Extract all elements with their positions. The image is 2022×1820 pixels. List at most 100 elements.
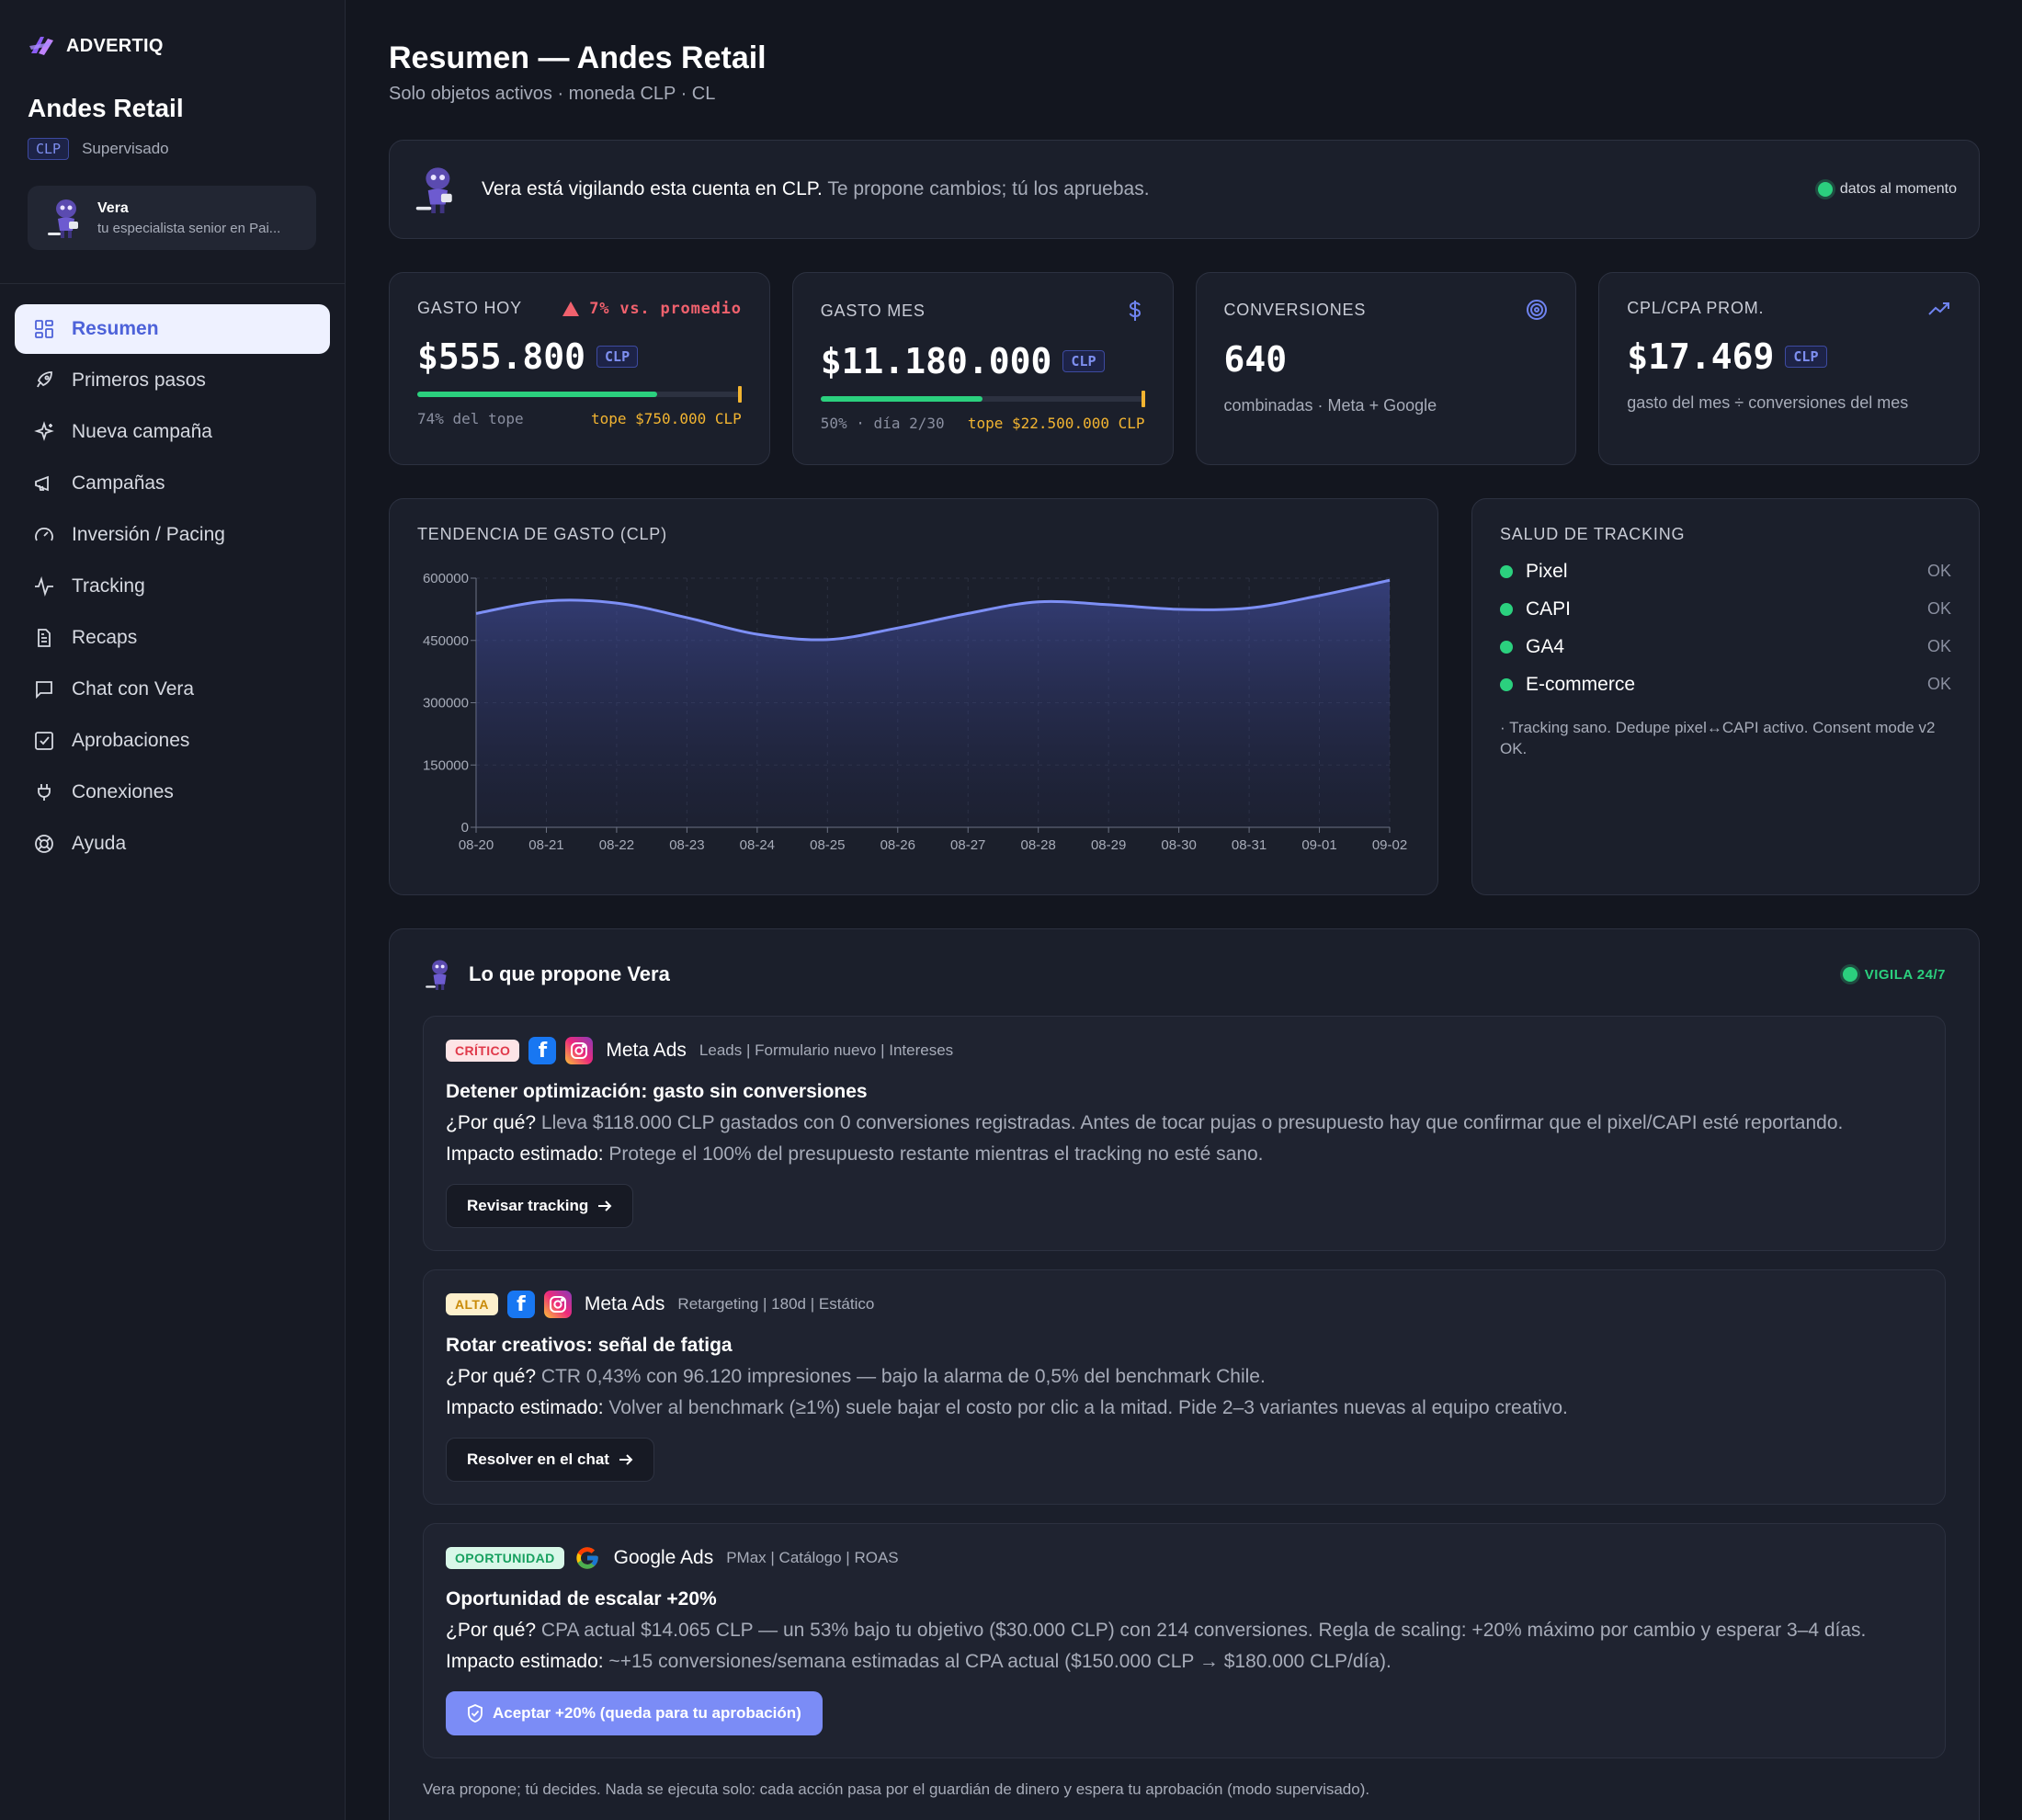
kpi-value: $17.469 (1627, 336, 1775, 377)
page-title: Resumen — Andes Retail (389, 40, 767, 75)
tracking-status: OK (1926, 675, 1951, 693)
kpi-value: 640 (1223, 339, 1288, 380)
sidebar-item-resumen[interactable]: Resumen (15, 304, 330, 354)
review-tracking-button[interactable]: Revisar tracking (446, 1184, 634, 1228)
budget-progress-bar (820, 391, 1145, 407)
kpi-gasto-hoy[interactable]: GASTO HOY 7% vs. promedio $555.800 CLP 74… (389, 272, 770, 465)
instagram-icon (543, 1291, 572, 1318)
sidebar-item-ayuda[interactable]: Ayuda (15, 819, 330, 869)
vera-name: Vera (97, 199, 129, 216)
spend-alert: 7% vs. promedio (562, 300, 742, 318)
x-tick-label: 08-23 (669, 837, 704, 853)
x-tick-label: 08-28 (1021, 837, 1056, 853)
button-label: Aceptar +20% (queda para tu aprobación) (493, 1704, 801, 1722)
vera-avatar-icon (415, 167, 452, 213)
kpi-label: GASTO MES (820, 301, 926, 320)
live-status-label: datos al momento (1839, 181, 1957, 197)
sidebar-item-primeros-pasos[interactable]: Primeros pasos (15, 356, 330, 405)
kpi-label: CPL/CPA PROM. (1627, 299, 1765, 317)
proposal-why: ¿Por qué? CTR 0,43% con 96.120 impresion… (446, 1366, 1923, 1388)
sidebar-item-recaps[interactable]: Recaps (15, 613, 330, 663)
button-label: Resolver en el chat (467, 1450, 609, 1468)
sidebar-item-nueva-campana[interactable]: Nueva campaña (15, 407, 330, 457)
sidebar-item-inversion-pacing[interactable]: Inversión / Pacing (15, 510, 330, 560)
y-tick-label: 0 (461, 820, 469, 836)
accept-scale-button[interactable]: Aceptar +20% (queda para tu aprobación) (446, 1691, 823, 1735)
currency-badge: CLP (596, 346, 639, 368)
campaign-path: Retargeting | 180d | Estático (677, 1295, 875, 1313)
y-tick-label: 450000 (423, 633, 469, 649)
sidebar-item-label: Recaps (72, 627, 138, 648)
budget-progress-bar (417, 386, 742, 403)
impact-text: ~+15 conversiones/semana estimadas al CP… (603, 1651, 1392, 1672)
sidebar-item-conexiones[interactable]: Conexiones (15, 768, 330, 817)
cap-label: tope $750.000 CLP (590, 410, 742, 427)
sidebar-item-label: Primeros pasos (72, 370, 206, 391)
impact-text: Volver al benchmark (≥1%) suele bajar el… (603, 1397, 1568, 1418)
kpi-gasto-mes[interactable]: GASTO MES $11.180.000 CLP 50% · día 2/30 t… (791, 272, 1174, 465)
vera-banner: Vera está vigilando esta cuenta en CLP. … (389, 140, 1980, 239)
brand-name: ADVERTIQ (66, 35, 164, 56)
vera-card[interactable]: Vera tu especialista senior en Pai... (28, 186, 316, 250)
kpi-conversiones[interactable]: CONVERSIONES 640 combinadas · Meta + Goo… (1195, 272, 1577, 465)
main-content: Resumen — Andes Retail Solo objetos acti… (346, 0, 2022, 1820)
status-ok-dot-icon (1500, 564, 1513, 578)
arrow-right-icon (619, 1454, 633, 1465)
tracking-row-ecommerce: E-commerce OK (1500, 674, 1951, 695)
rocket-icon (37, 371, 52, 388)
megaphone-icon (35, 475, 49, 492)
impact-text: Protege el 100% del presupuesto restante… (603, 1143, 1264, 1165)
why-label: ¿Por qué? (446, 1620, 537, 1641)
proposal-why: ¿Por qué? CPA actual $14.065 CLP — un 53… (446, 1620, 1923, 1642)
proposal-title: Rotar creativos: señal de fatiga (446, 1335, 733, 1356)
currency-badge: CLP (28, 138, 70, 160)
vera-avatar-icon (48, 199, 78, 238)
proposal-card: CRÍTICO f Meta Ads Leads | Formulario nu… (423, 1016, 1946, 1251)
live-status: datos al momento (1817, 181, 1957, 198)
shield-check-icon (468, 1704, 483, 1723)
x-tick-label: 08-20 (459, 837, 494, 853)
watch-badge-label: VIGILA 24/7 (1864, 966, 1946, 983)
lifebuoy-icon (35, 835, 53, 853)
campaign-path: PMax | Catálogo | ROAS (726, 1549, 899, 1566)
logo[interactable]: ADVERTIQ (28, 33, 317, 59)
button-label: Revisar tracking (467, 1197, 589, 1214)
sidebar-item-campanas[interactable]: Campañas (15, 459, 330, 508)
status-ok-dot-icon (1500, 640, 1513, 654)
kpi-value: $555.800 (417, 336, 586, 377)
google-icon (574, 1544, 601, 1572)
sidebar-item-tracking[interactable]: Tracking (15, 562, 330, 611)
budget-cap-marker (737, 386, 742, 403)
facebook-icon: f (506, 1291, 535, 1318)
why-text: Lleva $118.000 CLP gastados con 0 conver… (536, 1112, 1844, 1133)
x-tick-label: 09-01 (1301, 837, 1336, 853)
x-tick-label: 08-29 (1091, 837, 1126, 853)
why-text: CPA actual $14.065 CLP — un 53% bajo tu … (536, 1620, 1867, 1641)
warning-triangle-icon (562, 301, 580, 316)
sidebar-item-aprobaciones[interactable]: Aprobaciones (15, 716, 330, 766)
vera-banner-name: Vera (482, 178, 522, 199)
sidebar-item-chat-vera[interactable]: Chat con Vera (15, 665, 330, 714)
sidebar-item-label: Resumen (72, 318, 159, 339)
kpi-cpl-cpa[interactable]: CPL/CPA PROM. $17.469 CLP gasto del mes ÷… (1598, 272, 1980, 465)
x-tick-label: 08-27 (950, 837, 985, 853)
vera-role: tu especialista senior en Pai... (97, 220, 281, 236)
x-tick-label: 08-26 (880, 837, 915, 853)
logo-icon (29, 37, 53, 55)
status-ok-dot-icon (1500, 602, 1513, 616)
chat-icon (36, 681, 52, 700)
spend-alert-text: 7% vs. promedio (589, 299, 742, 318)
status-ok-dot-icon (1500, 677, 1513, 691)
vera-banner-rest: Te propone cambios; tú los apruebas. (822, 178, 1150, 199)
progress-label: 74% del tope (417, 410, 524, 427)
tracking-name: CAPI (1526, 597, 1572, 620)
resolve-in-chat-button[interactable]: Resolver en el chat (446, 1438, 654, 1482)
gauge-icon (35, 528, 53, 541)
tracking-row-ga4: GA4 OK (1500, 636, 1951, 657)
tracking-note: · Tracking sano. Dedupe pixel↔CAPI activ… (1500, 719, 1936, 757)
proposal-card: OPORTUNIDAD Google Ads PMax | Catálogo |… (423, 1523, 1946, 1758)
live-dot-icon (1817, 182, 1833, 197)
sidebar-item-label: Conexiones (72, 781, 174, 802)
x-tick-label: 08-31 (1232, 837, 1267, 853)
kpi-value: $11.180.000 (820, 341, 1052, 381)
